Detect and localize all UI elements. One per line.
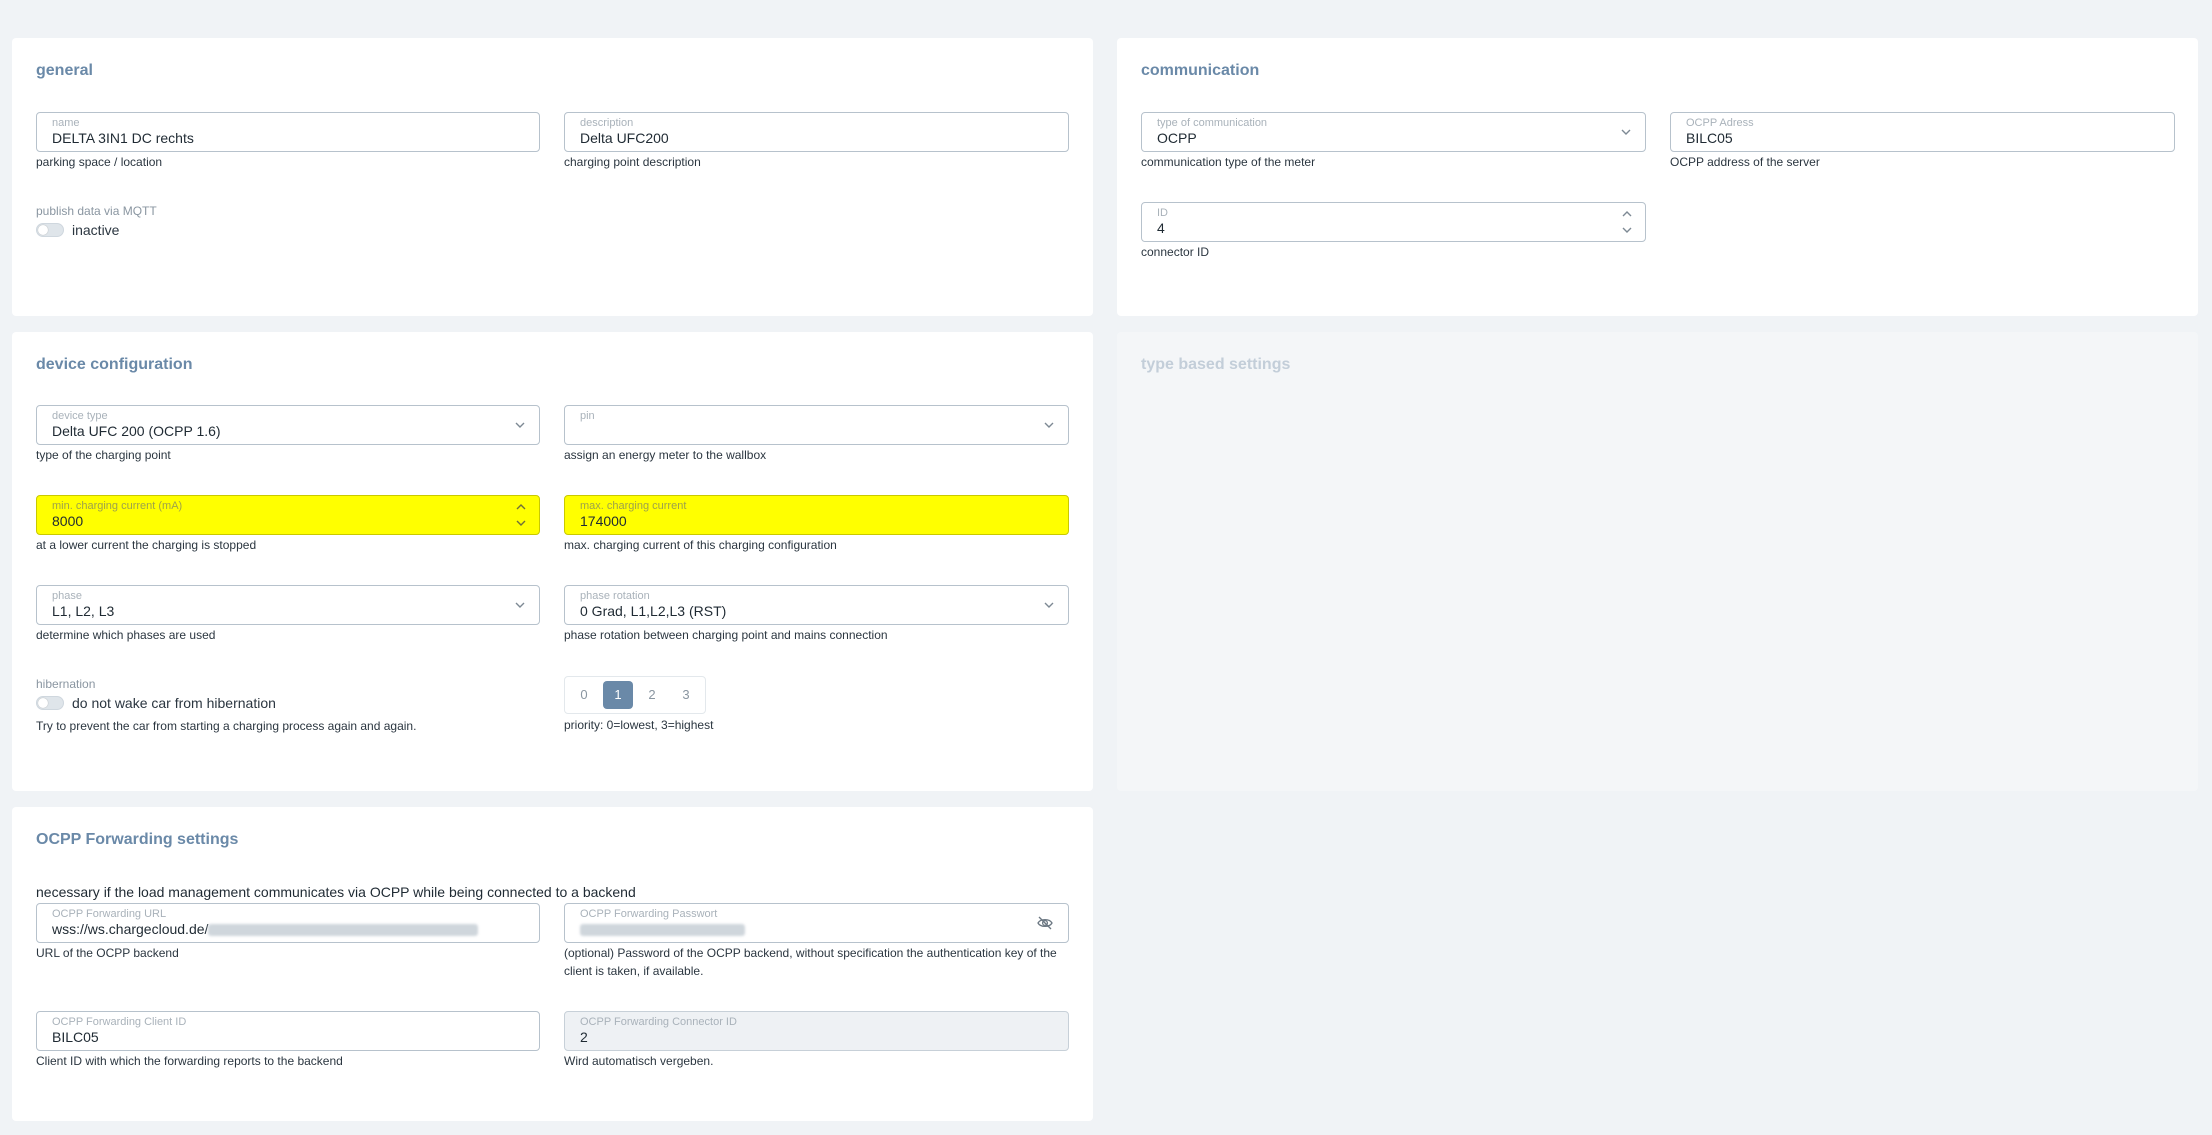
- pin-select[interactable]: pin: [564, 405, 1069, 445]
- hibernation-toggle[interactable]: [36, 696, 64, 710]
- min-charging-current-hint: at a lower current the charging is stopp…: [36, 538, 257, 552]
- type-based-settings-title: type based settings: [1141, 356, 1291, 373]
- type-based-settings-card: type based settings: [1117, 332, 2198, 791]
- name-input[interactable]: name DELTA 3IN1 DC rechts: [36, 112, 540, 152]
- chevron-down-icon: [1044, 602, 1054, 608]
- hibernation-toggle-text: do not wake car from hibernation: [72, 695, 276, 711]
- forwarding-connector-id-label: OCPP Forwarding Connector ID: [580, 1016, 737, 1028]
- min-charging-current-label: min. charging current (mA): [52, 500, 183, 512]
- phase-rotation-hint: phase rotation between charging point an…: [564, 628, 888, 642]
- chevron-down-icon: [515, 422, 525, 428]
- communication-type-hint: communication type of the meter: [1141, 155, 1316, 169]
- ocpp-address-hint: OCPP address of the server: [1670, 155, 1820, 169]
- description-hint: charging point description: [564, 155, 701, 169]
- forwarding-password-label: OCPP Forwarding Passwort: [580, 908, 718, 920]
- phase-value: L1, L2, L3: [52, 603, 115, 619]
- forwarding-url-value: wss://ws.chargecloud.de/: [52, 921, 209, 937]
- min-charging-current-input[interactable]: min. charging current (mA) 8000: [36, 495, 540, 535]
- communication-title: communication: [1141, 62, 1260, 79]
- priority-selector: 0 1 2 3: [564, 676, 706, 714]
- phase-hint: determine which phases are used: [36, 628, 216, 642]
- min-charging-current-value: 8000: [52, 513, 84, 529]
- communication-type-label: type of communication: [1157, 117, 1268, 129]
- device-configuration-card: device configuration device type Delta U…: [12, 332, 1093, 791]
- name-label: name: [52, 117, 80, 129]
- eye-off-icon[interactable]: [1036, 914, 1054, 932]
- connector-id-input[interactable]: ID 4: [1141, 202, 1646, 242]
- device-type-value: Delta UFC 200 (OCPP 1.6): [52, 423, 221, 439]
- priority-hint: priority: 0=lowest, 3=highest: [564, 718, 714, 732]
- max-charging-current-value: 174000: [580, 513, 627, 529]
- ocpp-address-label: OCPP Adress: [1686, 117, 1754, 129]
- description-label: description: [580, 117, 634, 129]
- phase-rotation-value: 0 Grad, L1,L2,L3 (RST): [580, 603, 727, 619]
- max-charging-current-label: max. charging current: [580, 500, 687, 512]
- name-hint: parking space / location: [36, 155, 163, 169]
- priority-option-3[interactable]: 3: [671, 681, 701, 709]
- forwarding-connector-id-input: OCPP Forwarding Connector ID 2: [564, 1011, 1069, 1051]
- general-title: general: [36, 62, 93, 79]
- general-card: general name DELTA 3IN1 DC rechts parkin…: [12, 38, 1093, 316]
- forwarding-connector-id-value: 2: [580, 1029, 588, 1045]
- ocpp-forwarding-card: OCPP Forwarding settings necessary if th…: [12, 807, 1093, 1121]
- hibernation-hint: Try to prevent the car from starting a c…: [36, 719, 417, 733]
- connector-id-label: ID: [1157, 207, 1168, 219]
- description-input[interactable]: description Delta UFC200: [564, 112, 1069, 152]
- ocpp-forwarding-note: necessary if the load management communi…: [36, 884, 636, 900]
- forwarding-client-id-hint: Client ID with which the forwarding repo…: [36, 1054, 343, 1068]
- max-charging-current-hint: max. charging current of this charging c…: [564, 538, 837, 552]
- hibernation-toggle-row[interactable]: do not wake car from hibernation: [36, 695, 276, 711]
- device-type-select[interactable]: device type Delta UFC 200 (OCPP 1.6): [36, 405, 540, 445]
- spinner-arrows-icon[interactable]: [515, 500, 527, 530]
- forwarding-url-label: OCPP Forwarding URL: [52, 908, 167, 920]
- device-type-label: device type: [52, 410, 108, 422]
- forwarding-password-value: [580, 921, 745, 937]
- forwarding-password-hint: (optional) Password of the OCPP backend,…: [564, 946, 1057, 978]
- pin-hint: assign an energy meter to the wallbox: [564, 448, 767, 462]
- communication-type-value: OCPP: [1157, 130, 1197, 146]
- chevron-down-icon: [1044, 422, 1054, 428]
- spinner-arrows-icon[interactable]: [1621, 207, 1633, 237]
- phase-label: phase: [52, 590, 82, 602]
- device-configuration-title: device configuration: [36, 356, 193, 373]
- mqtt-state: inactive: [72, 222, 120, 238]
- device-type-hint: type of the charging point: [36, 448, 171, 462]
- ocpp-forwarding-title: OCPP Forwarding settings: [36, 831, 239, 848]
- redacted-password: [580, 924, 745, 937]
- pin-label: pin: [580, 410, 595, 422]
- forwarding-url-hint: URL of the OCPP backend: [36, 946, 179, 960]
- priority-option-1[interactable]: 1: [603, 681, 633, 709]
- communication-card: communication type of communication OCPP…: [1117, 38, 2198, 316]
- forwarding-client-id-value: BILC05: [52, 1029, 99, 1045]
- ocpp-address-input[interactable]: OCPP Adress BILC05: [1670, 112, 2175, 152]
- priority-option-0[interactable]: 0: [569, 681, 599, 709]
- forwarding-password-input[interactable]: OCPP Forwarding Passwort: [564, 903, 1069, 943]
- connector-id-value: 4: [1157, 220, 1165, 236]
- forwarding-client-id-label: OCPP Forwarding Client ID: [52, 1016, 187, 1028]
- forwarding-url-value-row: wss://ws.chargecloud.de/: [52, 921, 479, 937]
- chevron-down-icon: [515, 602, 525, 608]
- forwarding-connector-id-hint: Wird automatisch vergeben.: [564, 1054, 714, 1068]
- max-charging-current-input[interactable]: max. charging current 174000: [564, 495, 1069, 535]
- description-value: Delta UFC200: [580, 130, 669, 146]
- forwarding-url-input[interactable]: OCPP Forwarding URL wss://ws.chargecloud…: [36, 903, 540, 943]
- hibernation-label: hibernation: [36, 677, 96, 691]
- forwarding-client-id-input[interactable]: OCPP Forwarding Client ID BILC05: [36, 1011, 540, 1051]
- mqtt-toggle[interactable]: [36, 223, 64, 237]
- phase-rotation-label: phase rotation: [580, 590, 650, 602]
- redacted-text: [208, 924, 479, 937]
- mqtt-toggle-row[interactable]: inactive: [36, 222, 119, 238]
- name-value: DELTA 3IN1 DC rechts: [52, 130, 194, 146]
- connector-id-hint: connector ID: [1141, 245, 1210, 259]
- phase-rotation-select[interactable]: phase rotation 0 Grad, L1,L2,L3 (RST): [564, 585, 1069, 625]
- communication-type-select[interactable]: type of communication OCPP: [1141, 112, 1646, 152]
- chevron-down-icon: [1621, 129, 1631, 135]
- mqtt-label: publish data via MQTT: [36, 204, 157, 218]
- phase-select[interactable]: phase L1, L2, L3: [36, 585, 540, 625]
- priority-option-2[interactable]: 2: [637, 681, 667, 709]
- ocpp-address-value: BILC05: [1686, 130, 1733, 146]
